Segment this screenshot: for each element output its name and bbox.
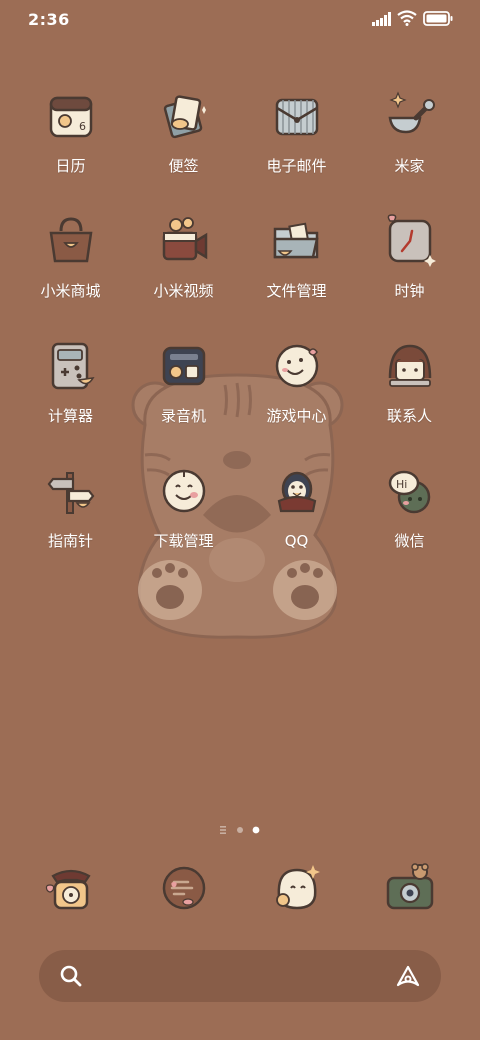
search-icon [60,965,82,987]
app-label: 联系人 [386,407,432,425]
app-label: 小米视频 [153,282,214,300]
notes-icon [163,95,206,139]
app-label: 下载管理 [153,532,214,550]
app-label: 日历 [55,157,86,175]
game-center-icon [275,344,319,388]
status-bar: 2:36 [0,0,480,40]
battery-icon [423,11,453,26]
page-dot-active [252,826,260,834]
qq-penguin-icon [277,471,317,513]
app-label: 指南针 [47,532,93,550]
app-label: 计算器 [47,407,93,425]
mijia-icon [388,91,435,134]
wechat-icon: Hi [388,470,431,514]
video-camera-icon [162,217,208,261]
app-label: 游戏中心 [266,407,327,425]
folder-icon [273,222,319,259]
page-dot [237,827,243,833]
app-label: 便签 [168,157,199,175]
mail-icon [275,98,319,136]
shop-bag-icon [49,217,93,263]
messages-icon [162,866,206,910]
app-label: 微信 [394,532,425,550]
signal-icon [372,12,391,26]
calendar-icon: 6 [49,96,93,138]
page-indicator[interactable] [218,824,264,836]
clock-icon [387,214,436,267]
app-label: 米家 [394,157,425,175]
app-label: QQ [284,532,309,550]
contacts-icon [388,344,432,387]
app-label: 小米商城 [40,282,101,300]
app-label: 录音机 [160,407,206,425]
status-time: 2:36 [28,10,70,29]
calculator-icon [51,342,95,390]
svg-text:6: 6 [79,120,86,133]
search-bar[interactable] [39,950,441,1002]
app-label: 文件管理 [266,282,327,300]
wifi-icon [397,10,417,26]
download-icon [162,469,206,513]
app-label: 电子邮件 [266,157,327,175]
browser-ghost-icon [276,865,320,910]
phone-icon [45,869,91,910]
app-label: 时钟 [394,282,425,300]
page-indicator-menu-icon [220,826,226,834]
camera-icon [386,863,434,910]
recorder-icon [162,346,206,386]
svg-text:Hi: Hi [396,478,407,491]
compass-signpost-icon [47,472,95,514]
assistant-icon[interactable] [395,964,421,988]
